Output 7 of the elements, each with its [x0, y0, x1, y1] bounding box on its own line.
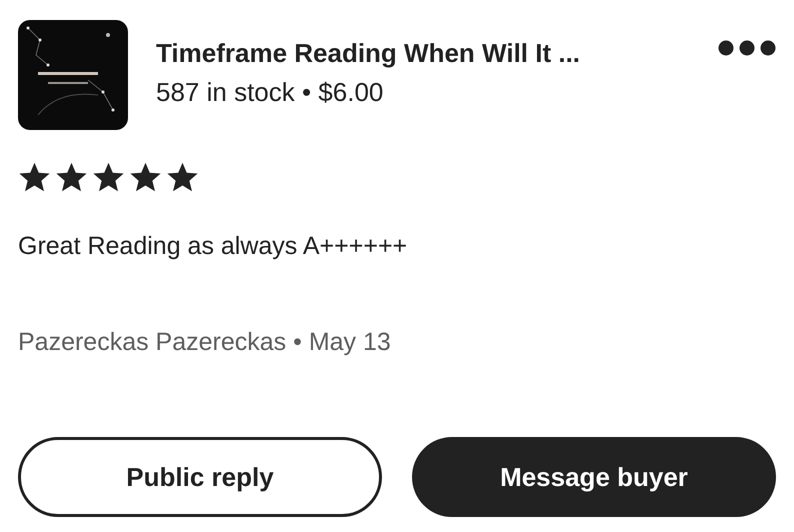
public-reply-button[interactable]: Public reply: [18, 437, 382, 517]
message-buyer-button[interactable]: Message buyer: [412, 437, 776, 517]
stock-and-price: 587 in stock • $6.00: [156, 77, 384, 108]
reviewer-and-date: Pazereckas Pazereckas • May 13: [18, 326, 392, 358]
more-icon: [718, 40, 776, 56]
review-text: Great Reading as always A++++++: [18, 231, 408, 262]
listing-title: Timeframe Reading When Will It ...: [156, 37, 580, 70]
